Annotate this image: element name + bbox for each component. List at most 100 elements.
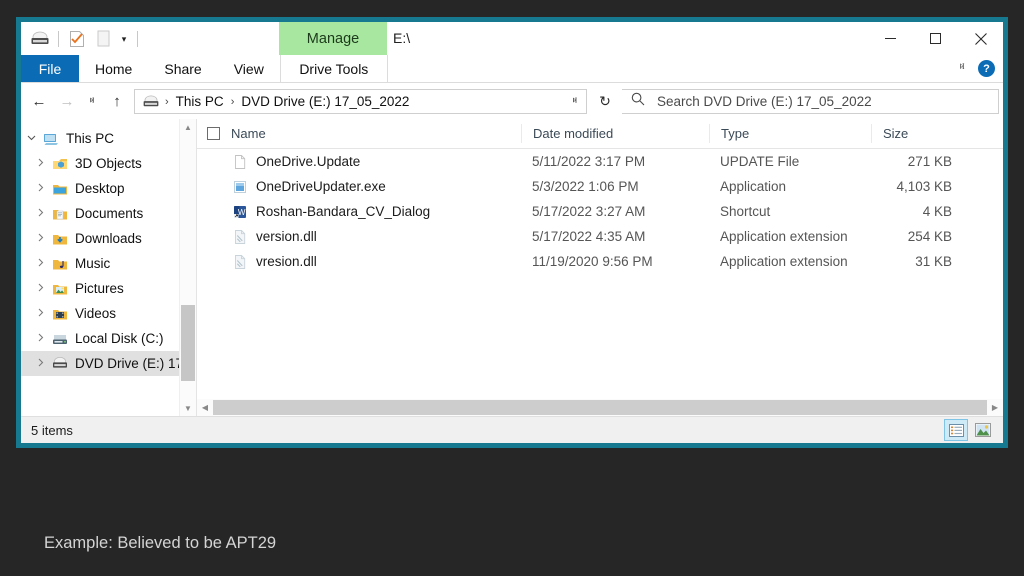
sidebar-item-music[interactable]: Music [21, 251, 196, 276]
sidebar-item-downloads[interactable]: Downloads [21, 226, 196, 251]
chevron-right-icon[interactable] [30, 283, 50, 294]
search-box[interactable]: Search DVD Drive (E:) 17_05_2022 [622, 89, 999, 114]
column-header-name[interactable]: Name [197, 124, 521, 143]
scroll-down-icon[interactable]: ▼ [180, 400, 196, 416]
scroll-up-icon[interactable]: ▲ [180, 119, 196, 135]
address-bar-row: ← → ⱝ ↑ › This PC › DVD Drive (E:) 17_05… [21, 83, 1003, 120]
quick-access-toolbar: ▾ [21, 22, 143, 55]
chevron-right-icon[interactable] [30, 183, 50, 194]
sidebar-scrollbar[interactable]: ▲ ▼ [179, 119, 196, 416]
chevron-down-icon[interactable] [21, 133, 41, 144]
file-type-cell: Shortcut [720, 204, 771, 219]
file-list-horizontal-scrollbar[interactable]: ◀ ▶ [197, 399, 1003, 416]
chevron-right-icon[interactable] [30, 308, 50, 319]
chevron-right-icon[interactable] [30, 258, 50, 269]
chevron-down-icon[interactable]: ⱝ [952, 62, 972, 75]
table-row[interactable]: vresion.dll 11/19/2020 9:56 PM Application… [197, 249, 1003, 274]
file-size-cell: 4 KB [922, 204, 952, 219]
table-row[interactable]: OneDriveUpdater.exe 5/3/2022 1:06 PM Appli… [197, 174, 1003, 199]
title-bar: ▾ Manage E:\ [21, 22, 1003, 55]
status-bar: 5 items [21, 416, 1003, 443]
file-size-cell: 254 KB [907, 229, 952, 244]
contextual-tab-group-manage: Manage [279, 22, 387, 55]
sidebar-item-label: 3D Objects [75, 156, 142, 171]
tab-file[interactable]: File [21, 55, 79, 82]
view-mode-buttons [944, 419, 1003, 441]
sidebar-item-this-pc[interactable]: This PC [21, 126, 196, 151]
drive-icon[interactable] [27, 28, 53, 50]
maximize-button[interactable] [913, 22, 958, 55]
file-date-cell: 5/3/2022 1:06 PM [532, 179, 639, 194]
properties-icon[interactable] [64, 28, 90, 50]
horizontal-scrollbar-thumb[interactable] [213, 400, 987, 415]
file-size-cell: 31 KB [915, 254, 952, 269]
sidebar-item-desktop[interactable]: Desktop [21, 176, 196, 201]
file-name-cell[interactable]: vresion.dll [197, 254, 521, 270]
chevron-right-icon[interactable] [30, 333, 50, 344]
scroll-left-icon[interactable]: ◀ [197, 403, 213, 412]
breadcrumb-separator-1: › [165, 95, 169, 108]
file-name-label: vresion.dll [256, 254, 317, 269]
svg-text:W: W [238, 208, 246, 217]
details-view-button[interactable] [944, 419, 968, 441]
back-button[interactable]: ← [25, 88, 53, 116]
breadcrumb-this-pc[interactable]: This PC [173, 94, 227, 109]
qat-separator-1 [58, 30, 59, 47]
help-button[interactable]: ? [978, 60, 995, 77]
chevron-right-icon[interactable] [30, 233, 50, 244]
file-name-label: version.dll [256, 229, 317, 244]
sidebar-item-label: Pictures [75, 281, 124, 296]
sidebar-scrollbar-thumb[interactable] [181, 305, 195, 381]
large-icons-view-button[interactable] [971, 419, 995, 441]
minimize-button[interactable] [868, 22, 913, 55]
chevron-right-icon[interactable] [30, 208, 50, 219]
dvd-drive-icon [50, 356, 70, 372]
tab-home[interactable]: Home [79, 55, 148, 82]
address-dropdown-icon[interactable]: ⱝ [565, 96, 584, 107]
customize-qat-caret-icon[interactable]: ▾ [116, 28, 132, 50]
file-type-cell: Application extension [720, 254, 848, 269]
window-controls [868, 22, 1003, 55]
file-name-cell[interactable]: W Roshan-Bandara_CV_Dialog [197, 204, 521, 220]
sidebar-item-local-disk-c[interactable]: Local Disk (C:) [21, 326, 196, 351]
file-explorer-window: ▾ Manage E:\ File Home Share View Drive … [21, 22, 1003, 443]
tab-share[interactable]: Share [148, 55, 217, 82]
sidebar-item-documents[interactable]: Documents [21, 201, 196, 226]
caption-example-line: Example: Believed to be APT29 [44, 534, 277, 552]
close-button[interactable] [958, 22, 1003, 55]
tab-view[interactable]: View [218, 55, 280, 82]
column-header-size[interactable]: Size [871, 124, 966, 143]
file-name-label: Roshan-Bandara_CV_Dialog [256, 204, 431, 219]
breadcrumb-dvd-drive[interactable]: DVD Drive (E:) 17_05_2022 [238, 94, 412, 109]
scroll-right-icon[interactable]: ▶ [987, 403, 1003, 412]
sidebar-item-dvd-drive-e-17[interactable]: DVD Drive (E:) 17ⱝ [21, 351, 196, 376]
file-name-label: OneDrive.Update [256, 154, 361, 169]
breadcrumb-separator-2: › [230, 95, 235, 108]
recent-locations-button[interactable]: ⱝ [81, 88, 103, 116]
caption-block: Example: Believed to be APT29 Source: ht… [44, 483, 503, 576]
new-folder-icon[interactable] [90, 28, 116, 50]
table-row[interactable]: version.dll 5/17/2022 4:35 AM Application … [197, 224, 1003, 249]
local-disk-icon [50, 331, 70, 347]
table-row[interactable]: W Roshan-Bandara_CV_Dialog 5/17/2022 3:27 … [197, 199, 1003, 224]
refresh-button[interactable]: ↻ [590, 88, 620, 115]
column-header-date-modified[interactable]: Date modified [521, 124, 709, 143]
file-date-cell: 5/17/2022 4:35 AM [532, 229, 646, 244]
sidebar-item-3d-objects[interactable]: 3D Objects [21, 151, 196, 176]
column-header-type[interactable]: Type [709, 124, 871, 143]
file-name-cell[interactable]: OneDrive.Update [197, 154, 521, 170]
chevron-right-icon[interactable] [30, 358, 50, 369]
file-date-cell: 11/19/2020 9:56 PM [532, 254, 653, 269]
file-name-cell[interactable]: OneDriveUpdater.exe [197, 179, 521, 195]
sidebar-item-videos[interactable]: Videos [21, 301, 196, 326]
search-input[interactable]: Search DVD Drive (E:) 17_05_2022 [657, 94, 872, 109]
table-row[interactable]: OneDrive.Update 5/11/2022 3:17 PM UPDATE F… [197, 149, 1003, 174]
tab-drive-tools[interactable]: Drive Tools [279, 55, 388, 82]
file-name-cell[interactable]: version.dll [197, 229, 521, 245]
chevron-right-icon[interactable] [30, 158, 50, 169]
sidebar-item-pictures[interactable]: Pictures [21, 276, 196, 301]
address-bar[interactable]: › This PC › DVD Drive (E:) 17_05_2022 ⱝ [134, 89, 587, 114]
up-button[interactable]: ↑ [103, 88, 131, 116]
select-all-checkbox[interactable] [207, 127, 220, 140]
navigation-tree: This PC 3D Objects Desktop Documents Downloa… [21, 119, 196, 376]
